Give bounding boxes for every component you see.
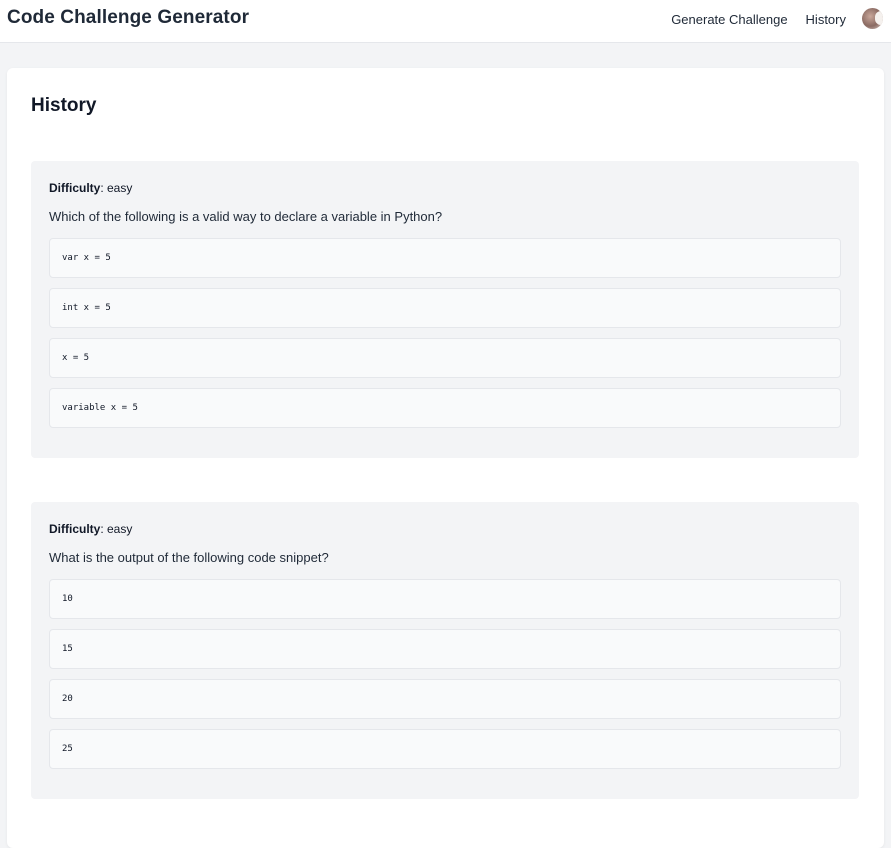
answer-option[interactable]: x = 5 bbox=[49, 338, 841, 378]
difficulty-label: Difficulty bbox=[49, 181, 101, 195]
page-title: History bbox=[31, 95, 97, 116]
answer-option[interactable]: 25 bbox=[49, 729, 841, 769]
challenge-card: Difficulty: easy Which of the following … bbox=[31, 161, 859, 458]
answer-option[interactable]: variable x = 5 bbox=[49, 388, 841, 428]
answer-option[interactable]: 20 bbox=[49, 679, 841, 719]
answer-option[interactable]: 10 bbox=[49, 579, 841, 619]
top-navigation-bar: Code Challenge Generator Generate Challe… bbox=[0, 0, 891, 43]
question-text: Which of the following is a valid way to… bbox=[49, 209, 443, 224]
app-title: Code Challenge Generator bbox=[7, 7, 250, 28]
question-text: What is the output of the following code… bbox=[49, 550, 329, 565]
nav-generate-challenge[interactable]: Generate Challenge bbox=[671, 12, 787, 27]
difficulty-label: Difficulty bbox=[49, 522, 101, 536]
answer-option[interactable]: var x = 5 bbox=[49, 238, 841, 278]
difficulty-line: Difficulty: easy bbox=[49, 181, 841, 195]
difficulty-line: Difficulty: easy bbox=[49, 522, 841, 536]
answer-option[interactable]: int x = 5 bbox=[49, 288, 841, 328]
history-panel: History Difficulty: easy Which of the fo… bbox=[7, 68, 884, 848]
challenge-card: Difficulty: easy What is the output of t… bbox=[31, 502, 859, 799]
nav-links: Generate Challenge History bbox=[671, 12, 846, 27]
answer-option[interactable]: 15 bbox=[49, 629, 841, 669]
difficulty-value: : easy bbox=[100, 522, 133, 536]
nav-history[interactable]: History bbox=[806, 12, 846, 27]
difficulty-value: : easy bbox=[100, 181, 133, 195]
user-avatar[interactable] bbox=[862, 8, 883, 29]
